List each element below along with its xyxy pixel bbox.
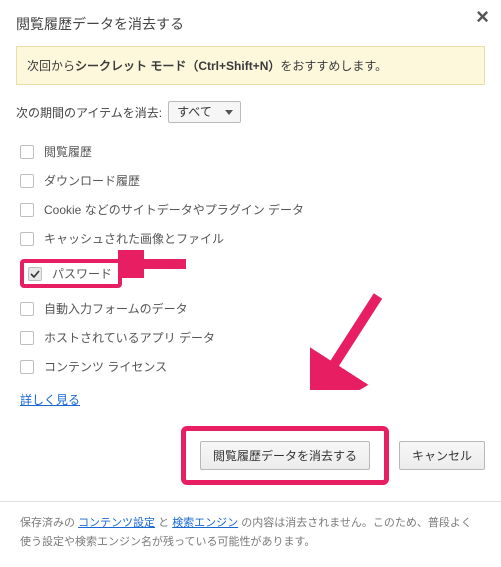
time-range-row: 次の期間のアイテムを消去: すべて	[16, 101, 485, 123]
option-label: 自動入力フォームのデータ	[44, 300, 188, 317]
clear-data-button[interactable]: 閲覧履歴データを消去する	[200, 441, 370, 470]
checkbox[interactable]	[28, 267, 42, 281]
option-row: Cookie などのサイトデータやプラグイン データ	[20, 195, 485, 224]
dialog-title: 閲覧履歴データを消去する	[16, 14, 485, 34]
checkbox[interactable]	[20, 360, 34, 374]
incognito-hint: 次回からシークレット モード（Ctrl+Shift+N）をおすすめします。	[16, 46, 485, 85]
checkbox[interactable]	[20, 203, 34, 217]
option-label: 閲覧履歴	[44, 143, 92, 160]
dialog-footer: 閲覧履歴データを消去する キャンセル	[16, 426, 485, 485]
option-row: ダウンロード履歴	[20, 166, 485, 195]
option-label: コンテンツ ライセンス	[44, 358, 167, 375]
option-row: コンテンツ ライセンス	[20, 352, 485, 381]
learn-more-link[interactable]: 詳しく見る	[20, 393, 80, 407]
hint-text-prefix: 次回から	[27, 59, 75, 73]
options-list: 閲覧履歴ダウンロード履歴 Cookie などのサイトデータやプラグイン データキャ…	[20, 137, 485, 381]
search-engines-link[interactable]: 検索エンジン	[172, 517, 238, 529]
cancel-button[interactable]: キャンセル	[399, 441, 485, 470]
learn-more-row: 詳しく見る	[20, 391, 485, 408]
option-row: パスワード	[20, 253, 485, 294]
option-row: 自動入力フォームのデータ	[20, 294, 485, 323]
option-row: キャッシュされた画像とファイル	[20, 224, 485, 253]
checkbox[interactable]	[20, 174, 34, 188]
clear-browsing-data-dialog: × 閲覧履歴データを消去する 次回からシークレット モード（Ctrl+Shift…	[0, 0, 501, 567]
option-label: ダウンロード履歴	[44, 172, 140, 189]
close-icon[interactable]: ×	[476, 6, 489, 28]
option-row: 閲覧履歴	[20, 137, 485, 166]
option-label: パスワード	[52, 265, 112, 282]
footnote: 保存済みの コンテンツ設定 と 検索エンジン の内容は消去されません。このため、…	[16, 502, 485, 567]
checkbox[interactable]	[20, 331, 34, 345]
footnote-prefix: 保存済みの	[20, 517, 78, 529]
checkbox[interactable]	[20, 232, 34, 246]
hint-text-bold: シークレット モード（Ctrl+Shift+N）	[75, 59, 280, 73]
footnote-mid: と	[155, 517, 172, 529]
checkbox[interactable]	[20, 145, 34, 159]
content-settings-link[interactable]: コンテンツ設定	[78, 517, 155, 529]
time-range-select-wrap: すべて	[168, 101, 241, 123]
time-range-label: 次の期間のアイテムを消去:	[16, 104, 162, 121]
checkbox[interactable]	[20, 302, 34, 316]
option-label: キャッシュされた画像とファイル	[44, 230, 224, 247]
option-row: ホストされているアプリ データ	[20, 323, 485, 352]
time-range-select[interactable]: すべて	[168, 101, 241, 123]
primary-highlight-box: 閲覧履歴データを消去する	[181, 426, 389, 485]
password-highlight-box: パスワード	[20, 259, 122, 288]
option-label: ホストされているアプリ データ	[44, 329, 215, 346]
hint-text-suffix: をおすすめします。	[280, 59, 387, 73]
option-label: Cookie などのサイトデータやプラグイン データ	[44, 201, 304, 218]
